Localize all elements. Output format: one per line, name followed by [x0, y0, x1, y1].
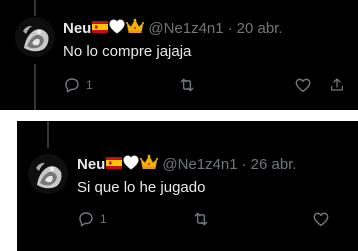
thread-line-top	[47, 121, 49, 148]
user-handle[interactable]: @Ne1z4n1	[148, 19, 223, 39]
reply-count: 1	[100, 212, 107, 226]
heart-icon	[312, 210, 330, 228]
reply-button[interactable]: 1	[63, 76, 93, 94]
tweet-header: Neu @Ne1z4n1 · 20 abr.	[63, 18, 283, 40]
like-button[interactable]	[294, 76, 312, 94]
display-name[interactable]: Neu	[77, 155, 105, 175]
tweet-date[interactable]: 20 abr.	[237, 19, 283, 39]
tweet-text: No lo compre jajaja	[63, 43, 192, 60]
heart-icon	[294, 76, 312, 94]
avatar-image	[15, 17, 55, 57]
reply-icon	[63, 76, 81, 94]
like-button[interactable]	[312, 210, 330, 228]
thread-line-top	[34, 0, 36, 16]
share-icon	[329, 76, 345, 94]
white-heart-icon	[123, 154, 140, 176]
spain-flag-icon	[106, 155, 123, 175]
retweet-button[interactable]	[191, 210, 211, 228]
tweet-text: Si que lo he jugado	[77, 179, 206, 196]
user-handle[interactable]: @Ne1z4n1	[162, 155, 237, 175]
tweet-date[interactable]: 26 abr.	[251, 155, 297, 175]
tweet-reply[interactable]: Neu @Ne1z4n1 · 20 abr. No lo compre jaja…	[0, 0, 358, 110]
reply-button[interactable]: 1	[77, 210, 107, 228]
retweet-icon	[177, 76, 197, 94]
display-name[interactable]: Neu	[63, 19, 91, 39]
action-bar: 1	[63, 76, 343, 96]
tweet-header: Neu @Ne1z4n1 · 26 abr.	[77, 154, 297, 176]
crown-icon	[126, 18, 145, 40]
reply-count: 1	[86, 78, 93, 92]
crown-icon	[140, 154, 159, 176]
separator-dot: ·	[227, 20, 233, 37]
thread-line-bottom	[34, 64, 36, 110]
separator-dot: ·	[241, 156, 247, 173]
retweet-button[interactable]	[177, 76, 197, 94]
avatar[interactable]	[15, 17, 55, 57]
action-bar: 1	[77, 210, 352, 230]
share-button[interactable]	[329, 76, 345, 94]
retweet-icon	[191, 210, 211, 228]
tweet-reply[interactable]: Neu @Ne1z4n1 · 26 abr. Si que lo he juga…	[17, 121, 358, 251]
white-heart-icon	[109, 18, 126, 40]
spain-flag-icon	[92, 19, 109, 39]
avatar-image	[28, 154, 68, 194]
reply-icon	[77, 210, 95, 228]
avatar[interactable]	[28, 154, 68, 194]
